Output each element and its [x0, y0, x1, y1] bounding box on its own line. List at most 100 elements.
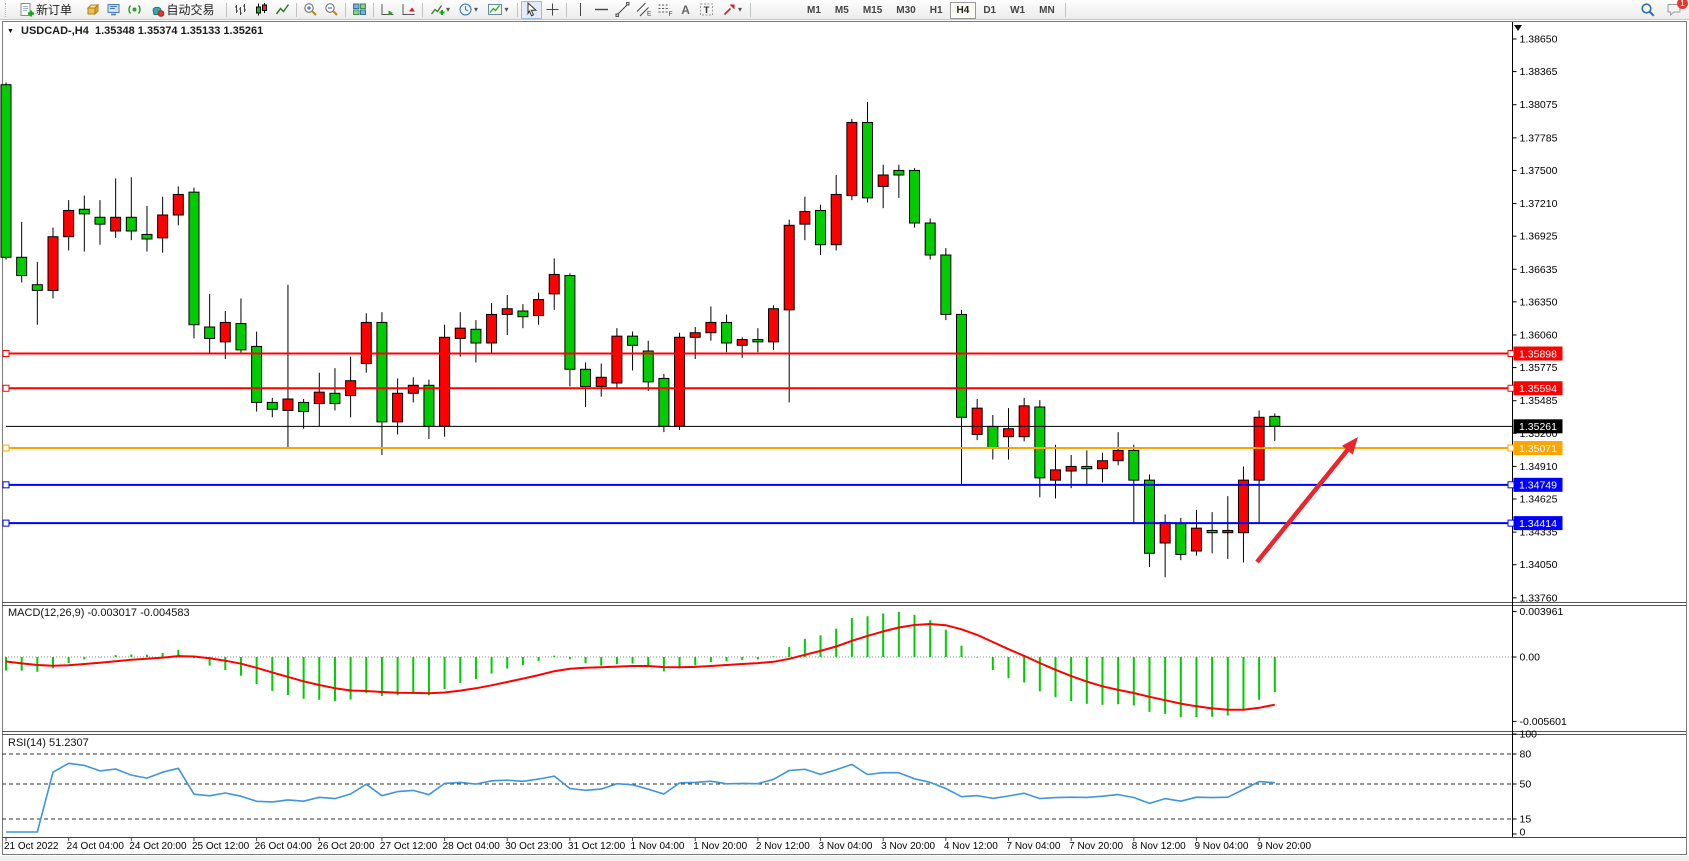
clock-caret-icon: ▾: [474, 5, 478, 14]
zoom-out-button[interactable]: [321, 1, 342, 19]
candlestick-icon: [254, 2, 269, 17]
cursor-icon: [524, 2, 539, 17]
chart-title[interactable]: ▼ USDCAD-,H4 1.35348 1.35374 1.35133 1.3…: [7, 25, 263, 37]
autotrading-icon: [150, 2, 165, 17]
autotrading-label: 自动交易: [166, 1, 214, 18]
timeframes-clock-button[interactable]: ▾: [454, 1, 482, 19]
hlines-layer: [3, 351, 1513, 527]
search-button[interactable]: [1637, 1, 1658, 19]
date-axis: 21 Oct 2022 24 Oct 04:00 24 Oct 20:00 25 Oc…: [2, 838, 1686, 853]
chart-canvas[interactable]: 1.386501.383651.380751.377851.375001.372…: [0, 0, 1689, 861]
zoom-out-icon: [324, 2, 339, 17]
vertical-line-icon: [573, 2, 588, 17]
text-label-tool-button[interactable]: T: [696, 1, 717, 19]
auto-scroll-button[interactable]: [377, 1, 398, 19]
svg-text:25 Oct 12:00: 25 Oct 12:00: [192, 841, 250, 852]
svg-text:21 Oct 2022: 21 Oct 2022: [4, 841, 59, 852]
templates-button[interactable]: ▾: [482, 1, 514, 19]
text-tool-button[interactable]: A: [675, 1, 696, 19]
svg-text:24 Oct 20:00: 24 Oct 20:00: [129, 841, 187, 852]
arrows-tool-button[interactable]: ▾: [717, 1, 747, 19]
chart-collapse-icon[interactable]: ▼: [7, 28, 14, 35]
macd-name: MACD(12,26,9): [8, 607, 84, 619]
cursor-tool-button[interactable]: [521, 1, 542, 19]
timeframe-H1[interactable]: H1: [923, 2, 950, 19]
zoom-in-icon: [303, 2, 318, 17]
svg-text:1.35071: 1.35071: [1519, 443, 1557, 455]
autotrading-button[interactable]: 自动交易: [145, 1, 223, 19]
timeframe-M15[interactable]: M15: [856, 2, 889, 19]
svg-text:1.35594: 1.35594: [1519, 383, 1557, 395]
timeframe-W1[interactable]: W1: [1003, 2, 1032, 19]
svg-text:1.34625: 1.34625: [1520, 494, 1558, 506]
toolbar-grip[interactable]: [5, 3, 10, 17]
svg-text:7 Nov 20:00: 7 Nov 20:00: [1069, 841, 1123, 852]
fibonacci-tool-button[interactable]: F: [654, 1, 675, 19]
timeframe-D1[interactable]: D1: [976, 2, 1003, 19]
rsi-pane-label: RSI(14) 51.2307: [8, 737, 89, 749]
clock-icon: [458, 2, 473, 17]
crosshair-tool-button[interactable]: [542, 1, 563, 19]
svg-text:27 Oct 12:00: 27 Oct 12:00: [380, 841, 438, 852]
svg-text:24 Oct 04:00: 24 Oct 04:00: [67, 841, 125, 852]
horizontal-line-icon: [594, 2, 609, 17]
line-chart-button[interactable]: [272, 1, 293, 19]
chart-shift-button[interactable]: [398, 1, 419, 19]
templates-caret-icon: ▾: [504, 5, 508, 14]
svg-text:A: A: [681, 3, 690, 17]
auto-scroll-icon: [380, 2, 395, 17]
new-order-label: 新订单: [36, 1, 72, 18]
arrows-shapes-icon: [722, 2, 737, 17]
timeframe-H4[interactable]: H4: [950, 2, 977, 19]
tile-windows-button[interactable]: [349, 1, 370, 19]
svg-text:9 Nov 04:00: 9 Nov 04:00: [1194, 841, 1248, 852]
svg-text:1 Nov 04:00: 1 Nov 04:00: [631, 841, 685, 852]
timeframe-M30[interactable]: M30: [889, 2, 922, 19]
arrows-caret-icon: ▾: [738, 5, 742, 14]
svg-text:80: 80: [1520, 749, 1532, 761]
notifications-button[interactable]: 1: [1664, 1, 1685, 19]
terminal-icon: [106, 2, 121, 17]
tile-windows-icon: [352, 2, 367, 17]
vertical-line-tool-button[interactable]: [570, 1, 591, 19]
rsi-name: RSI(14): [8, 737, 46, 749]
svg-text:30 Oct 23:00: 30 Oct 23:00: [505, 841, 563, 852]
svg-text:1.35775: 1.35775: [1520, 362, 1558, 374]
svg-text:26 Oct 04:00: 26 Oct 04:00: [255, 841, 313, 852]
cube-icon: [85, 2, 100, 17]
svg-text:F: F: [668, 11, 672, 17]
svg-text:7 Nov 04:00: 7 Nov 04:00: [1006, 841, 1060, 852]
svg-text:1.33760: 1.33760: [1520, 592, 1558, 604]
market-watch-button[interactable]: [103, 1, 124, 19]
svg-text:1.34414: 1.34414: [1519, 518, 1557, 530]
trendline-tool-button[interactable]: [612, 1, 633, 19]
macd-pane: 0.0039610.00-0.005601: [2, 606, 1567, 728]
timeframe-M1[interactable]: M1: [800, 2, 828, 19]
candles-layer: [1, 82, 1280, 577]
bar-chart-button[interactable]: [230, 1, 251, 19]
svg-text:1.37210: 1.37210: [1520, 198, 1558, 210]
svg-text:T: T: [704, 5, 710, 16]
new-order-icon: [19, 2, 35, 18]
history-cube-button[interactable]: [82, 1, 103, 19]
svg-text:1.35485: 1.35485: [1520, 395, 1558, 407]
text-icon: A: [678, 2, 693, 17]
equidistant-channel-tool-button[interactable]: E: [633, 1, 654, 19]
candlestick-chart-button[interactable]: [251, 1, 272, 19]
trend-arrow: [1257, 437, 1358, 562]
svg-text:100: 100: [1520, 729, 1538, 741]
signals-button[interactable]: [124, 1, 145, 19]
zoom-in-button[interactable]: [300, 1, 321, 19]
svg-text:0: 0: [1520, 827, 1526, 839]
svg-text:-0.005601: -0.005601: [1520, 716, 1567, 728]
timeframe-MN[interactable]: MN: [1032, 2, 1062, 19]
svg-text:3 Nov 04:00: 3 Nov 04:00: [819, 841, 873, 852]
macd-pane-label: MACD(12,26,9) -0.003017 -0.004583: [8, 607, 190, 619]
new-order-button[interactable]: 新订单: [12, 1, 82, 19]
svg-text:1.34910: 1.34910: [1520, 461, 1558, 473]
svg-text:28 Oct 04:00: 28 Oct 04:00: [443, 841, 501, 852]
timeframe-M5[interactable]: M5: [828, 2, 856, 19]
svg-text:1.37785: 1.37785: [1520, 132, 1558, 144]
indicators-button[interactable]: ▾: [426, 1, 454, 19]
horizontal-line-tool-button[interactable]: [591, 1, 612, 19]
